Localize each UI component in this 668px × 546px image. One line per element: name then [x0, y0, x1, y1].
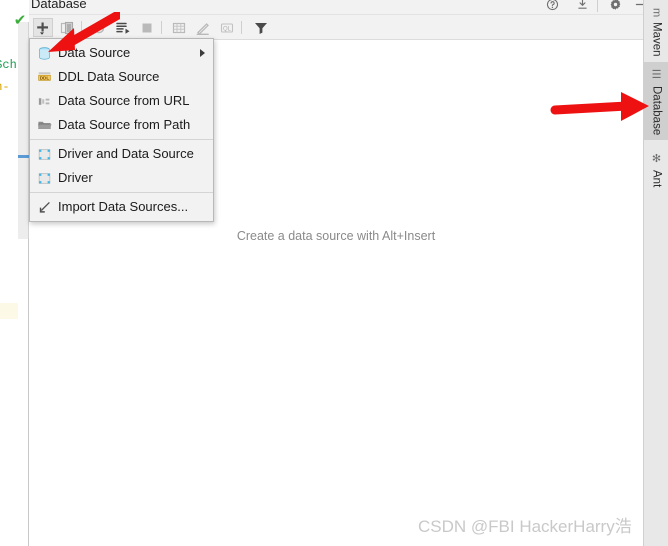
settings-gear-icon[interactable] [607, 0, 623, 12]
jump-to-query-console-button[interactable]: QL [217, 18, 237, 37]
new-datasource-popup-menu: Data Source DDL DDL Data Source Data Sou… [29, 38, 214, 222]
menu-item-driver-and-data-source[interactable]: Driver and Data Source [30, 142, 213, 166]
collapse-all-icon[interactable] [574, 0, 590, 12]
editor-scrollbar-track[interactable] [18, 22, 29, 239]
code-fragment-2: en- [0, 80, 10, 94]
folder-icon [34, 115, 54, 135]
menu-separator-2 [30, 192, 213, 193]
menu-item-import-data-sources[interactable]: Import Data Sources... [30, 195, 213, 219]
url-icon [34, 91, 54, 111]
import-icon [34, 197, 54, 217]
hide-window-icon[interactable] [632, 0, 643, 12]
tool-window-title: Database [31, 0, 87, 11]
menu-item-label: Driver [58, 170, 93, 185]
menu-item-driver[interactable]: Driver [30, 166, 213, 190]
sidebar-item-maven[interactable]: m Maven [644, 2, 668, 58]
empty-state-message: Create a data source with Alt+Insert [236, 229, 436, 243]
header-separator [597, 0, 598, 12]
svg-text:DDL: DDL [39, 75, 49, 80]
right-tool-window-bar: m Maven ☰ Database ✻ Ant [643, 0, 668, 546]
open-table-editor-button[interactable] [169, 18, 189, 37]
filter-button[interactable] [251, 18, 271, 37]
modify-object-button[interactable] [193, 18, 213, 37]
red-arrow-icon-add-button [48, 12, 120, 52]
check-mark-icon: ✔ [13, 12, 27, 29]
red-arrow-icon-database-tab [550, 92, 649, 121]
maven-icon: m [650, 8, 663, 18]
menu-item-data-source-from-path[interactable]: Data Source from Path [30, 113, 213, 137]
svg-text:QL: QL [223, 26, 232, 32]
menu-item-label: Data Source from URL [58, 93, 190, 108]
driver-icon [34, 144, 54, 164]
tool-window-header: Database [29, 0, 643, 15]
menu-item-ddl-data-source[interactable]: DDL DDL Data Source [30, 65, 213, 89]
menu-separator-1 [30, 139, 213, 140]
help-icon[interactable] [544, 0, 560, 12]
toolbar-separator-3 [241, 21, 242, 34]
driver-icon [34, 168, 54, 188]
ddl-icon: DDL [34, 67, 54, 87]
menu-item-label: Driver and Data Source [58, 146, 194, 161]
toolbar-separator-2 [161, 21, 162, 34]
sidebar-item-label: Ant [650, 170, 663, 188]
code-fragment-1: LSch [0, 58, 17, 72]
menu-item-label: Data Source from Path [58, 117, 191, 132]
highlighted-line [0, 303, 18, 319]
database-icon: ☰ [650, 68, 662, 81]
stop-button[interactable] [137, 18, 157, 37]
menu-item-label: DDL Data Source [58, 69, 160, 84]
menu-item-label: Import Data Sources... [58, 199, 189, 214]
sidebar-item-ant[interactable]: ✻ Ant [644, 146, 668, 192]
submenu-arrow-icon [200, 49, 205, 57]
menu-item-data-source-from-url[interactable]: Data Source from URL [30, 89, 213, 113]
ant-icon: ✻ [650, 152, 662, 165]
database-toolbar: QL [29, 15, 643, 40]
watermark-text: CSDN @FBI HackerHarry浩 [418, 517, 632, 536]
editor-sliver: LSch en- [0, 0, 18, 546]
sidebar-item-label: Maven [650, 22, 663, 57]
